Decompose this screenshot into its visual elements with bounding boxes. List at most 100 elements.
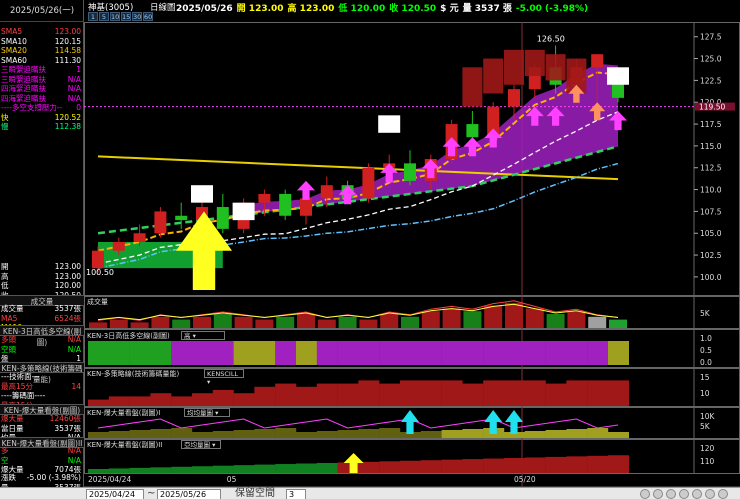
ken4-bar [400, 460, 421, 473]
timeframe-button-60[interactable]: 60 [143, 12, 153, 21]
indicator-label: 四海緊迫瞞扶 [1, 84, 46, 93]
zoom-out-button[interactable] [653, 489, 663, 499]
indicator-value: N/A [67, 74, 81, 84]
scroll-right-button[interactable] [679, 489, 689, 499]
ken3-bar [275, 428, 297, 438]
volume-bar [484, 305, 503, 328]
reset-button[interactable] [705, 489, 715, 499]
ken1-block [171, 341, 193, 365]
ken3-bar [254, 429, 276, 438]
chart-canvas[interactable]: 100.0102.5105.0107.5110.0112.5115.0117.5… [84, 22, 740, 488]
indicator-row: 快 120.52 [1, 113, 83, 123]
scroll-left-button[interactable] [666, 489, 676, 499]
timeframe-button-15[interactable]: 15 [121, 12, 131, 21]
volume-bar [317, 319, 336, 328]
ken3-bar [108, 431, 130, 438]
ken2-tick: 15 [700, 373, 710, 382]
ken1-block [233, 341, 255, 365]
ken3-pane-label: KEN-爆大量看盤(副圖)I [87, 409, 161, 417]
ken4-bar [379, 461, 401, 473]
chart-area[interactable]: 100.0 102.5 105.0 107.5 110.0 112.5 115.0 117.5… [84, 22, 740, 488]
ken4-label: 空 [1, 455, 9, 465]
timeframe-button-5[interactable]: 5 [99, 12, 109, 21]
indicator-label: 三瞬緊迫瞞扶 [1, 65, 46, 74]
reserve-space-label: 保留空間 [235, 488, 275, 499]
volume-label: MA5 [1, 313, 18, 323]
ohlc-value: 123.00 [54, 262, 81, 271]
ken4-bar [504, 458, 525, 473]
candle-body [216, 207, 229, 229]
ken2-bar [420, 380, 442, 406]
quote-field: 開 123.00 [236, 4, 284, 14]
range-box [483, 58, 504, 94]
indicator-row: SMA10 120.15 [1, 37, 83, 47]
indicator-label: 四海緊迫瞞扶 [1, 93, 46, 103]
ken2-label: ---技術面--- [1, 372, 40, 381]
volume-bar [401, 316, 419, 328]
ken3-bar [441, 430, 463, 438]
ken2-dropdown[interactable]: KENSCILL ▾ [204, 369, 244, 386]
ken4-row: 多 N/A [1, 446, 83, 456]
indicator-row: SMA60 111.30 [1, 56, 83, 66]
timeframe-button-1[interactable]: 1 [88, 12, 98, 21]
indicator-label: SMA60 [1, 55, 27, 65]
volume-bar [421, 311, 440, 328]
volume-bar [297, 314, 315, 328]
ken1-block [337, 341, 359, 365]
x-label-start: 2025/04/24 [88, 475, 131, 484]
ken4-bar [212, 465, 234, 473]
ken3-bar [150, 429, 172, 438]
indicator-value: 0 [76, 103, 81, 112]
ken2-bar [88, 399, 109, 406]
reserve-space-input[interactable]: 3 [286, 489, 306, 499]
ohlc-row: 低 120.00 [1, 281, 83, 291]
ken3-bar [608, 432, 629, 438]
timeframe-button-10[interactable]: 10 [110, 12, 120, 21]
ken3-signal-arrow [505, 410, 523, 434]
ken2-row: ---技術面--- [1, 372, 83, 382]
ken1-dropdown[interactable]: 高 ▾ [181, 331, 225, 340]
ken4-row: 空 N/A [1, 456, 83, 466]
y-tick-label: 122.5 [700, 76, 722, 85]
ken3-bar [379, 428, 401, 438]
ken4-bar [358, 461, 380, 473]
ohlc-value: 123.00 [54, 271, 81, 281]
ken1-row: 多頭 N/A [1, 335, 83, 345]
ken4-bar [254, 464, 276, 473]
indicator-row: 四海緊迫瞞扶 N/A [1, 84, 83, 94]
timeframe-button-30[interactable]: 30 [132, 12, 142, 21]
ken4-value: N/A [67, 446, 81, 455]
indicator-value: 114.58 [54, 46, 81, 55]
ken3-bar [192, 432, 213, 438]
x-label-month: 05 [227, 475, 237, 484]
ken4-bar [129, 467, 151, 473]
indicator-value: 112.38 [54, 122, 81, 131]
high-price-label: 126.50 [537, 34, 565, 43]
zoom-in-button[interactable] [640, 489, 650, 499]
indicator-label: SMA10 [1, 36, 27, 46]
y-tick-label: 105.0 [700, 229, 722, 238]
ken4-dropdown[interactable]: 亞均量圖 ▾ [181, 440, 221, 449]
ken2-bar [108, 396, 130, 406]
range-box [545, 54, 566, 81]
ken1-tick: 0.0 [700, 358, 712, 367]
ken4-bar [316, 462, 338, 473]
ken2-bar [545, 383, 567, 406]
summary-row: 漲跌 -5.00 (-3.98%) [1, 473, 83, 483]
volume-row: 成交量 3537張 [1, 304, 83, 314]
ken3-dropdown[interactable]: 均均量圖 ▾ [184, 408, 230, 417]
date-to-input[interactable]: 2025/05/26 [157, 489, 221, 499]
date-from-input[interactable]: 2025/04/24 [86, 489, 144, 499]
x-label-marker: 05/20 [514, 475, 536, 484]
timeframe-buttons: 1 5 10 15 30 60 [88, 12, 154, 22]
indicator-label: ----多空支撐壓力-- [1, 103, 63, 112]
indicator-label: 快 [1, 112, 9, 122]
ken3-bar [337, 430, 359, 438]
ken3-bar [420, 431, 442, 438]
fullscreen-button[interactable] [718, 489, 728, 499]
y-tick-label: 125.0 [700, 55, 722, 64]
settings-button[interactable] [692, 489, 702, 499]
ken4-bar [108, 468, 130, 473]
ken2-bar [566, 380, 588, 406]
ken1-block [316, 341, 338, 365]
